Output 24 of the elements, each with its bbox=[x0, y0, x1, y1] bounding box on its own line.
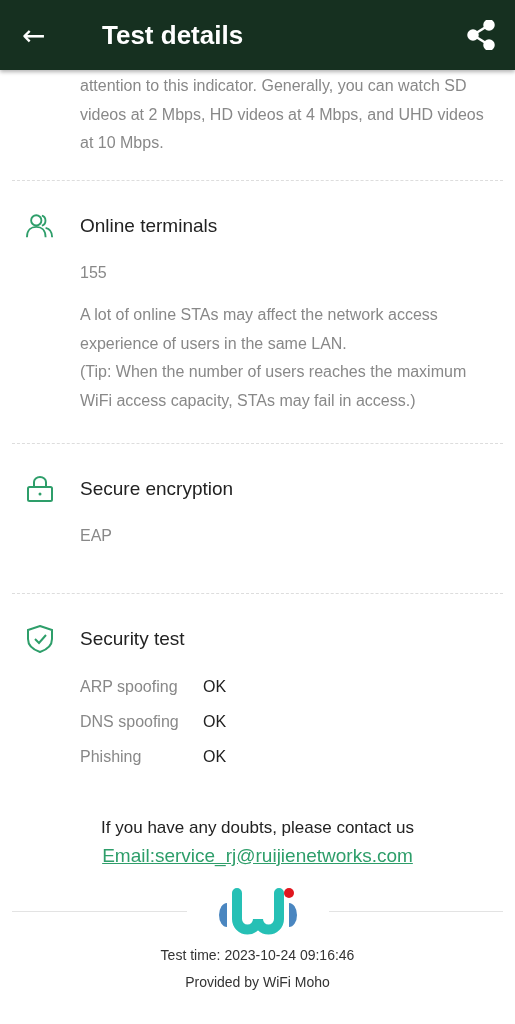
check-result: OK bbox=[203, 678, 227, 696]
users-icon bbox=[26, 212, 54, 239]
page-title: Test details bbox=[102, 19, 245, 51]
share-icon[interactable] bbox=[467, 20, 495, 50]
check-result: OK bbox=[203, 748, 227, 766]
check-name: Phishing bbox=[80, 748, 143, 766]
check-name: ARP spoofing bbox=[80, 678, 179, 696]
contact-text: If you have any doubts, please contact us bbox=[100, 816, 415, 839]
section-text: 155 bbox=[80, 262, 108, 283]
test-time-text: Test time: 2023-10-24 09:16:46 bbox=[159, 946, 356, 964]
section-title: Online terminals bbox=[80, 214, 218, 237]
description-text: attention to this indicator. Generally, you can watch SD videos at 2 Mbps, HD videos at 4 Mbps, and UHD videos at 10 Mbps. bbox=[80, 76, 485, 153]
lock-icon bbox=[26, 476, 54, 502]
check-result: OK bbox=[203, 713, 227, 731]
check-name: DNS spoofing bbox=[80, 713, 180, 731]
section-text: EAP bbox=[80, 526, 113, 546]
logo-icon bbox=[216, 886, 299, 937]
section-text: A lot of online STAs may affect the network access experience of users in the same LAN. bbox=[80, 305, 439, 354]
back-button[interactable]: ← bbox=[22, 18, 62, 52]
provider-text: Provided by WiFi Moho bbox=[184, 973, 331, 991]
shield-check-icon bbox=[26, 624, 54, 653]
section-title: Security test bbox=[80, 627, 185, 650]
section-title: Secure encryption bbox=[80, 478, 234, 500]
section-text: (Tip: When the number of users reaches the maximum WiFi access capacity, STAs may fail in access.) bbox=[80, 362, 468, 411]
